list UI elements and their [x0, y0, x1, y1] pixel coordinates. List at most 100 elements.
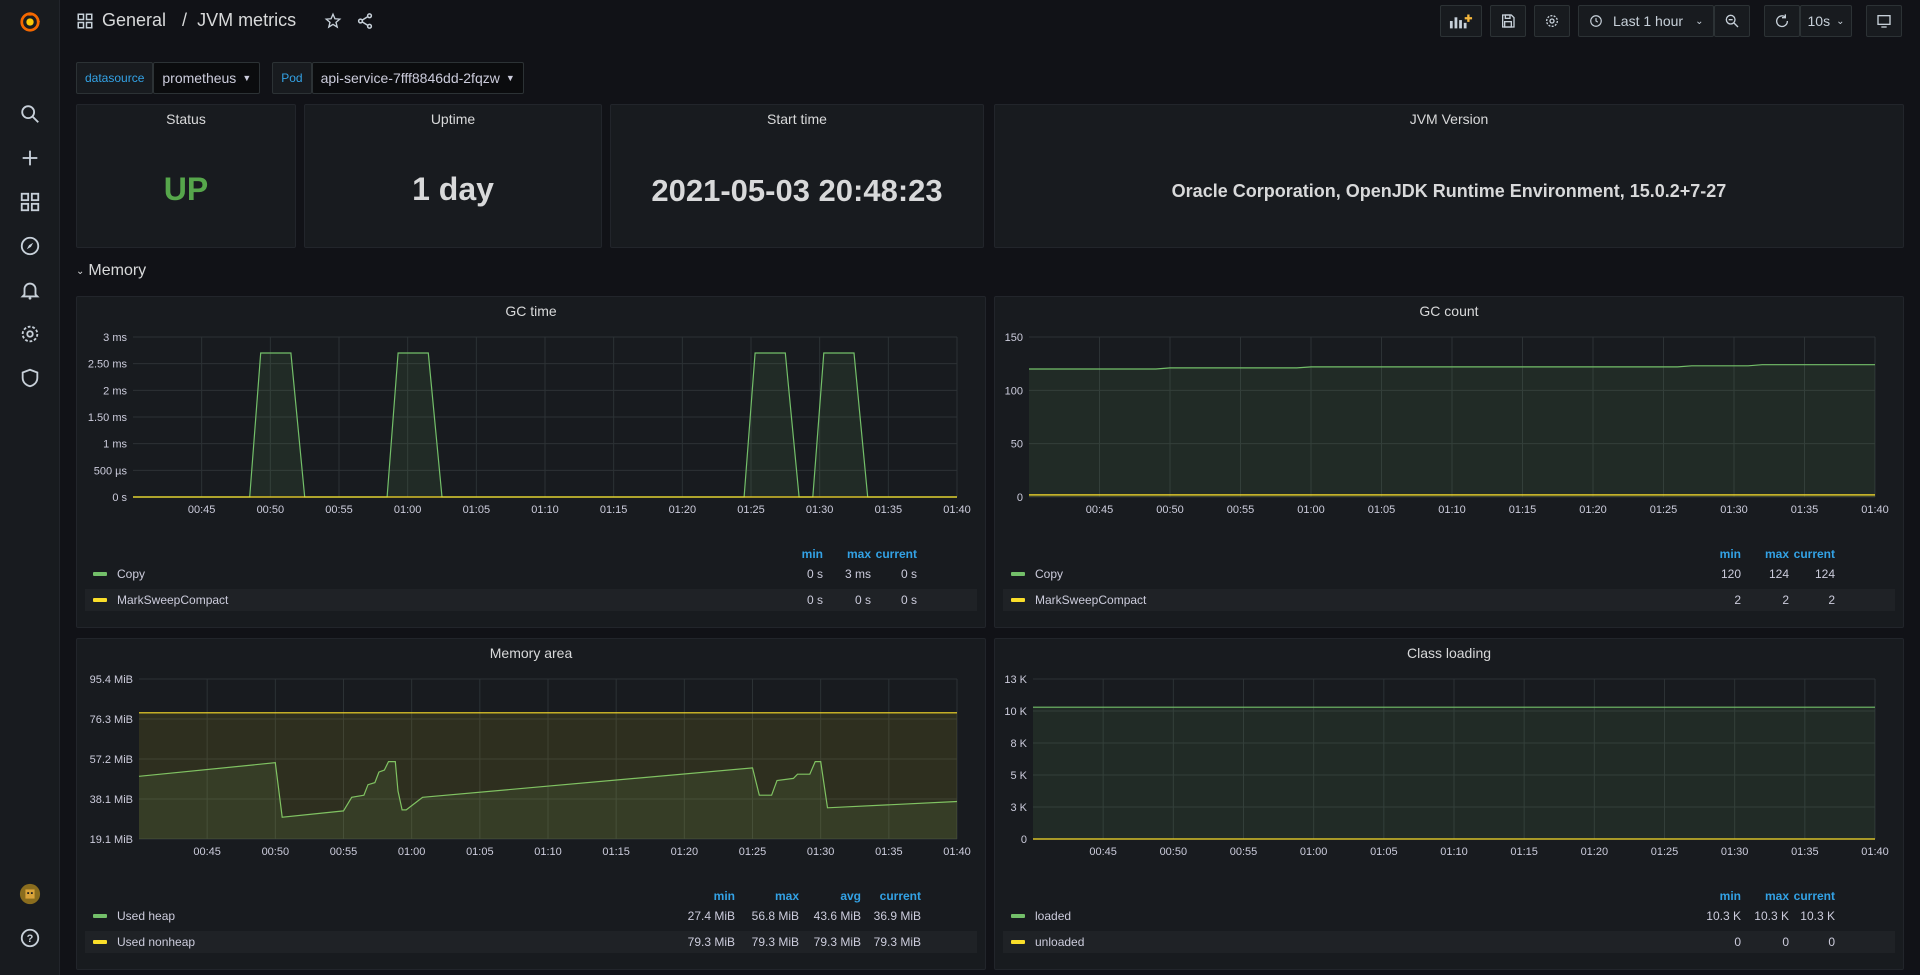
legend-swatch[interactable]	[93, 572, 107, 576]
chart-svg[interactable]: 13 K 10 K 8 K 5 K 3 K 0 00:45 00:50 00:55 01:00 01…	[995, 669, 1903, 873]
legend-series-name[interactable]: unloaded	[1035, 935, 1084, 949]
x-tick-label: 01:35	[1791, 846, 1819, 858]
refresh-button[interactable]	[1764, 5, 1800, 37]
panel-gc-time: GC time 3 ms 2.50 ms 2 ms 1.50 ms 1 ms 500 µs…	[76, 296, 986, 628]
star-icon[interactable]	[324, 12, 342, 30]
shield-icon[interactable]	[18, 366, 42, 390]
y-tick-label: 3 ms	[103, 332, 127, 344]
panel-title[interactable]: GC time	[77, 303, 985, 319]
legend-swatch[interactable]	[93, 940, 107, 944]
legend-value-min: 27.4 MiB	[687, 909, 735, 923]
x-tick-label: 00:45	[1086, 504, 1114, 516]
variable-value-pod: api-service-7fff8846dd-2fqzw	[320, 70, 500, 86]
legend-header-current[interactable]: current	[861, 889, 921, 903]
legend-header-avg[interactable]: avg	[801, 889, 861, 903]
y-tick-label: 150	[1005, 332, 1023, 344]
legend-swatch[interactable]	[1011, 914, 1025, 918]
y-tick-label: 2.50 ms	[88, 359, 128, 371]
chart-svg[interactable]: 95.4 MiB 76.3 MiB 57.2 MiB 38.1 MiB 19.1 MiB…	[77, 669, 985, 873]
panel-title[interactable]: JVM Version	[995, 111, 1903, 127]
variable-select-datasource[interactable]: prometheus ▼	[153, 62, 261, 94]
time-range-picker[interactable]: Last 1 hour ⌄	[1578, 5, 1714, 37]
x-tick-label: 01:10	[1440, 846, 1468, 858]
x-tick-label: 00:45	[1089, 846, 1117, 858]
legend-series-name[interactable]: MarkSweepCompact	[1035, 593, 1146, 607]
dashboards-icon[interactable]	[18, 190, 42, 214]
x-tick-label: 01:05	[463, 504, 491, 516]
legend-item[interactable]: Copy 120 124 124	[1003, 563, 1895, 585]
add-panel-icon	[1449, 14, 1473, 29]
time-range-label: Last 1 hour	[1613, 13, 1684, 29]
breadcrumb-folder[interactable]: General	[102, 10, 166, 31]
x-tick-label: 01:40	[943, 504, 971, 516]
variable-select-pod[interactable]: api-service-7fff8846dd-2fqzw ▼	[311, 62, 524, 94]
save-dashboard-button[interactable]	[1490, 5, 1526, 37]
search-icon[interactable]	[18, 102, 42, 126]
legend-swatch[interactable]	[1011, 572, 1025, 576]
panel-title[interactable]: GC count	[995, 303, 1903, 319]
legend-series-name[interactable]: Used nonheap	[117, 935, 195, 949]
x-tick-label: 01:25	[1650, 504, 1678, 516]
plus-icon[interactable]	[18, 146, 42, 170]
x-tick-label: 00:55	[1227, 504, 1255, 516]
legend-value-current: 0 s	[900, 593, 917, 607]
legend-header-min[interactable]: min	[675, 889, 735, 903]
help-icon[interactable]: ?	[18, 926, 42, 950]
avatar[interactable]	[18, 882, 42, 906]
legend-item[interactable]: Used heap 27.4 MiB 56.8 MiB 43.6 MiB 36.9 Mi…	[85, 905, 977, 927]
y-tick-label: 0	[1021, 834, 1027, 846]
chart-svg[interactable]: 150 100 50 0 00:45 00:50 00:55 01:00 01:05 01:10 0…	[995, 327, 1903, 531]
legend-series-name[interactable]: Copy	[117, 567, 145, 581]
legend-value-max: 56.8 MiB	[751, 909, 799, 923]
x-tick-label: 01:25	[1651, 846, 1679, 858]
legend-item[interactable]: unloaded 0 0 0	[1003, 931, 1895, 953]
chevron-down-icon: ▼	[505, 73, 515, 83]
y-tick-label: 19.1 MiB	[90, 834, 133, 846]
legend-series-name[interactable]: Used heap	[117, 909, 175, 923]
grafana-logo-icon[interactable]	[18, 10, 42, 34]
panel-title[interactable]: Status	[77, 111, 295, 127]
chart-svg[interactable]: 3 ms 2.50 ms 2 ms 1.50 ms 1 ms 500 µs 0 s 00:45…	[77, 327, 985, 531]
row-memory[interactable]: ⌄ Memory	[76, 262, 146, 280]
bell-icon[interactable]	[18, 278, 42, 302]
share-icon[interactable]	[356, 12, 374, 30]
legend-series-name[interactable]: MarkSweepCompact	[117, 593, 228, 607]
legend-series-name[interactable]: loaded	[1035, 909, 1071, 923]
template-variables: datasource prometheus ▼ Pod api-service-…	[76, 62, 524, 94]
panel-title[interactable]: Start time	[611, 111, 983, 127]
stat-value-jvm-version: Oracle Corporation, OpenJDK Runtime Envi…	[1171, 181, 1727, 201]
legend-value-current: 79.3 MiB	[873, 935, 921, 949]
legend-header-current[interactable]: current	[1775, 889, 1835, 903]
legend-header-max[interactable]: max	[739, 889, 799, 903]
refresh-icon	[1776, 14, 1789, 28]
series-area	[139, 712, 957, 839]
zoom-out-button[interactable]	[1714, 5, 1750, 37]
dashboard-settings-button[interactable]	[1534, 5, 1570, 37]
legend-item[interactable]: MarkSweepCompact 0 s0 s0 s	[85, 589, 977, 611]
refresh-interval-picker[interactable]: 10s ⌄	[1800, 5, 1852, 37]
legend-header-current[interactable]: current	[1775, 547, 1835, 561]
dashboard-title[interactable]: JVM metrics	[197, 10, 296, 31]
legend-item[interactable]: Copy 0 s3 ms 0 s	[85, 563, 977, 585]
legend-swatch[interactable]	[93, 914, 107, 918]
legend-item[interactable]: loaded 10.3 K 10.3 K 10.3 K	[1003, 905, 1895, 927]
x-tick-label: 01:20	[669, 504, 697, 516]
tv-mode-button[interactable]	[1866, 5, 1902, 37]
panel-title[interactable]: Class loading	[995, 645, 1903, 661]
explore-compass-icon[interactable]	[18, 234, 42, 258]
x-tick-label: 01:30	[1720, 504, 1748, 516]
legend-value-current: 36.9 MiB	[873, 909, 921, 923]
legend-swatch[interactable]	[93, 598, 107, 602]
legend-swatch[interactable]	[1011, 940, 1025, 944]
legend-series-name[interactable]: Copy	[1035, 567, 1063, 581]
panel-start-time: Start time 2021-05-03 20:48:23	[610, 104, 984, 248]
x-tick-label: 01:05	[466, 846, 494, 858]
legend-header-current[interactable]: current	[857, 547, 917, 561]
gear-icon[interactable]	[18, 322, 42, 346]
legend-item[interactable]: MarkSweepCompact 2 2 2	[1003, 589, 1895, 611]
legend-item[interactable]: Used nonheap 79.3 MiB 79.3 MiB 79.3 MiB 79.3…	[85, 931, 977, 953]
legend-swatch[interactable]	[1011, 598, 1025, 602]
add-panel-button[interactable]	[1440, 5, 1482, 37]
panel-title[interactable]: Uptime	[305, 111, 601, 127]
panel-title[interactable]: Memory area	[77, 645, 985, 661]
